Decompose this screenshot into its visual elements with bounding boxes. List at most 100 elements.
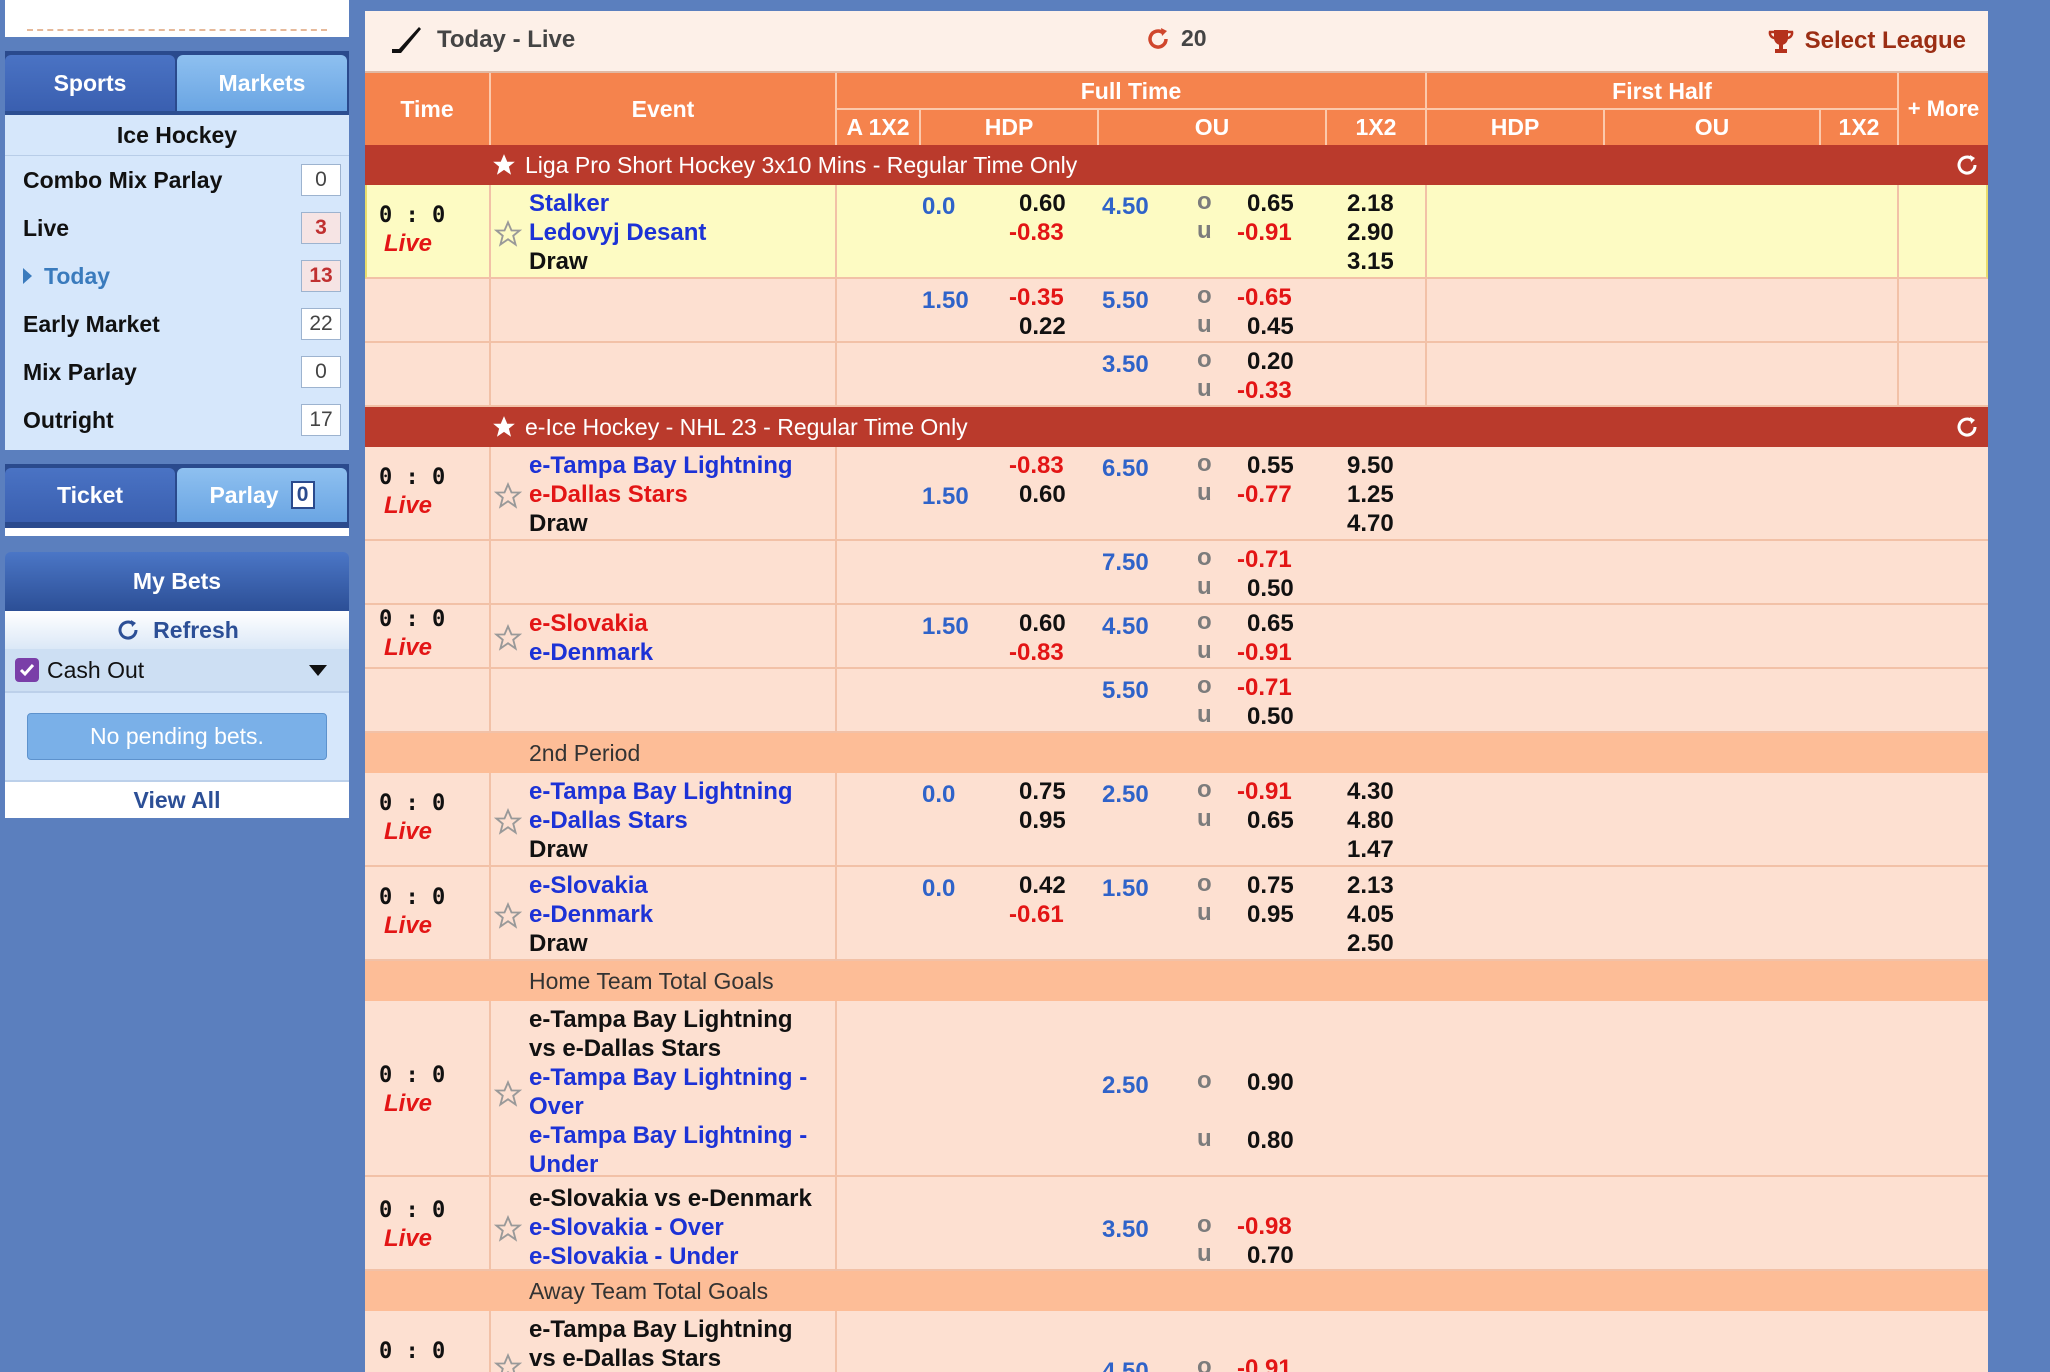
under-odds[interactable]: 0.50 — [1247, 574, 1294, 603]
hdp-odds-home[interactable]: 0.60 — [1019, 609, 1066, 638]
hdp-odds-away[interactable]: -0.83 — [1009, 638, 1064, 667]
star-icon[interactable] — [491, 152, 517, 178]
under-selection[interactable]: Under — [529, 1150, 598, 1179]
under-odds[interactable]: 0.95 — [1247, 900, 1294, 929]
under-odds[interactable]: 0.70 — [1247, 1241, 1294, 1270]
over-selection[interactable]: Over — [529, 1092, 584, 1121]
refresh-counter[interactable]: 20 — [1145, 25, 1207, 52]
over-odds[interactable]: -0.91 — [1237, 777, 1292, 806]
over-odds[interactable]: -0.91 — [1237, 1354, 1292, 1372]
home-team[interactable]: e-Tampa Bay Lightning — [529, 451, 793, 480]
1x2-home-odds[interactable]: 4.30 — [1347, 777, 1394, 806]
hdp-odds-home[interactable]: 0.75 — [1019, 777, 1066, 806]
1x2-home-odds[interactable]: 9.50 — [1347, 451, 1394, 480]
favorite-star-icon[interactable] — [494, 1353, 522, 1372]
hdp-odds-away[interactable]: 0.60 — [1019, 480, 1066, 509]
refresh-button[interactable]: Refresh — [5, 611, 349, 649]
over-odds[interactable]: 0.55 — [1247, 451, 1294, 480]
over-odds[interactable]: 0.65 — [1247, 609, 1294, 638]
view-all-link[interactable]: View All — [5, 780, 349, 818]
1x2-draw-odds[interactable]: 4.70 — [1347, 509, 1394, 538]
under-odds[interactable]: 0.50 — [1247, 702, 1294, 731]
over-odds[interactable]: 0.65 — [1247, 189, 1294, 218]
1x2-draw-odds[interactable]: 1.47 — [1347, 835, 1394, 864]
hdp-odds-away[interactable]: -0.83 — [1009, 218, 1064, 247]
favorite-star-icon[interactable] — [494, 1080, 522, 1108]
tab-markets[interactable]: Markets — [177, 55, 347, 111]
home-team[interactable]: Stalker — [529, 189, 609, 218]
1x2-home-odds[interactable]: 2.13 — [1347, 871, 1394, 900]
over-odds[interactable]: 0.75 — [1247, 871, 1294, 900]
cash-out-checkbox[interactable] — [15, 658, 39, 682]
hdp-odds-away[interactable]: 0.95 — [1019, 806, 1066, 835]
league-header[interactable]: Liga Pro Short Hockey 3x10 Mins - Regula… — [365, 145, 1988, 185]
hdp-odds-home[interactable]: -0.83 — [1009, 451, 1064, 480]
favorite-star-icon[interactable] — [494, 1215, 522, 1243]
over-selection[interactable]: e-Tampa Bay Lightning - — [529, 1063, 807, 1092]
away-team[interactable]: Ledovyj Desant — [529, 218, 706, 247]
under-odds[interactable]: 0.65 — [1247, 806, 1294, 835]
over-odds[interactable]: -0.71 — [1237, 673, 1292, 702]
away-team[interactable]: e-Dallas Stars — [529, 480, 688, 509]
menu-item-outright[interactable]: Outright 17 — [13, 396, 341, 444]
home-team[interactable]: e-Slovakia — [529, 871, 648, 900]
tab-sports[interactable]: Sports — [5, 55, 175, 111]
cash-out-filter[interactable]: Cash Out — [5, 649, 349, 691]
hdp-odds-home[interactable]: -0.35 — [1009, 283, 1064, 312]
1x2-draw-odds[interactable]: 3.15 — [1347, 247, 1394, 276]
1x2-away-odds[interactable]: 4.80 — [1347, 806, 1394, 835]
over-odds[interactable]: 0.90 — [1247, 1068, 1294, 1097]
away-team[interactable]: e-Denmark — [529, 900, 653, 929]
under-odds[interactable]: -0.77 — [1237, 480, 1292, 509]
1x2-draw-odds[interactable]: 2.50 — [1347, 929, 1394, 958]
menu-item-today[interactable]: Today 13 — [13, 252, 341, 300]
under-odds[interactable]: -0.91 — [1237, 218, 1292, 247]
favorite-star-icon[interactable] — [494, 482, 522, 510]
league-header[interactable]: e-Ice Hockey - NHL 23 - Regular Time Onl… — [365, 407, 1988, 447]
1x2-home-odds[interactable]: 2.18 — [1347, 189, 1394, 218]
under-selection[interactable]: e-Slovakia - Under — [529, 1242, 738, 1271]
menu-item-live[interactable]: Live 3 — [13, 204, 341, 252]
refresh-icon — [118, 620, 138, 640]
menu-item-mix-parlay[interactable]: Mix Parlay 0 — [13, 348, 341, 396]
star-icon[interactable] — [491, 414, 517, 440]
menu-item-combo-mix-parlay[interactable]: Combo Mix Parlay 0 — [13, 156, 341, 204]
under-odds[interactable]: -0.91 — [1237, 638, 1292, 667]
favorite-star-icon[interactable] — [494, 220, 522, 248]
over-odds[interactable]: -0.71 — [1237, 545, 1292, 574]
hdp-odds-home[interactable]: 0.42 — [1019, 871, 1066, 900]
col-more[interactable]: + More — [1899, 73, 1988, 145]
favorite-star-icon[interactable] — [494, 624, 522, 652]
under-odds[interactable]: -0.33 — [1237, 376, 1292, 405]
dropdown-caret-icon[interactable] — [309, 665, 327, 676]
home-team[interactable]: e-Tampa Bay Lightning — [529, 777, 793, 806]
refresh-icon[interactable] — [1954, 414, 1980, 440]
away-team[interactable]: e-Dallas Stars — [529, 806, 688, 835]
tab-parlay[interactable]: Parlay 0 — [177, 468, 347, 522]
over-odds[interactable]: -0.98 — [1237, 1212, 1292, 1241]
away-team[interactable]: e-Denmark — [529, 638, 653, 667]
1x2-away-odds[interactable]: 1.25 — [1347, 480, 1394, 509]
hdp-odds-away[interactable]: 0.22 — [1019, 312, 1066, 341]
over-selection[interactable]: e-Slovakia - Over — [529, 1213, 724, 1242]
under-selection[interactable]: e-Tampa Bay Lightning - — [529, 1121, 807, 1150]
1x2-away-odds[interactable]: 2.90 — [1347, 218, 1394, 247]
1x2-away-odds[interactable]: 4.05 — [1347, 900, 1394, 929]
menu-item-label: Combo Mix Parlay — [23, 166, 223, 193]
favorite-star-icon[interactable] — [494, 902, 522, 930]
menu-item-early-market[interactable]: Early Market 22 — [13, 300, 341, 348]
under-odds[interactable]: 0.80 — [1247, 1126, 1294, 1155]
hdp-odds-home[interactable]: 0.60 — [1019, 189, 1066, 218]
my-bets-header[interactable]: My Bets — [5, 552, 349, 611]
hdp-odds-away[interactable]: -0.61 — [1009, 900, 1064, 929]
tab-ticket[interactable]: Ticket — [5, 468, 175, 522]
home-team[interactable]: e-Slovakia — [529, 609, 648, 638]
under-odds[interactable]: 0.45 — [1247, 312, 1294, 341]
favorite-star-icon[interactable] — [494, 808, 522, 836]
refresh-icon[interactable] — [1954, 152, 1980, 178]
over-odds[interactable]: 0.20 — [1247, 347, 1294, 376]
menu-item-label: Live — [23, 214, 70, 241]
over-odds[interactable]: -0.65 — [1237, 283, 1292, 312]
select-league-button[interactable]: Select League — [1767, 27, 1966, 55]
column-headers: Time Event Full Time First Half + More A… — [365, 73, 1988, 145]
